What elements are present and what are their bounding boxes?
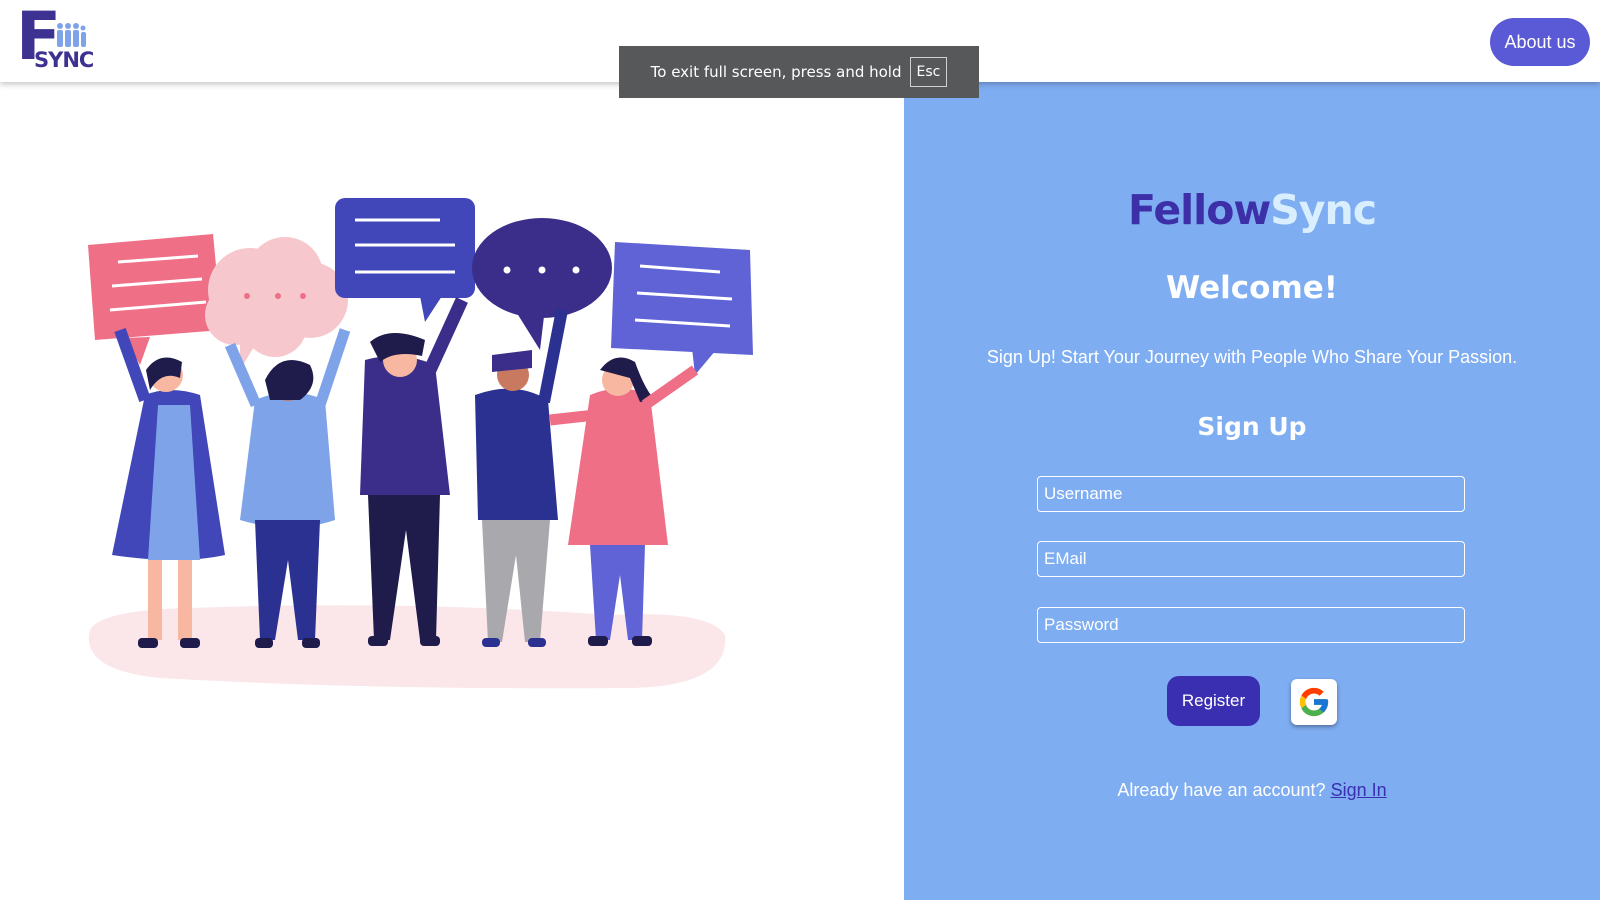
register-button[interactable]: Register bbox=[1167, 676, 1260, 726]
toast-message: To exit full screen, press and hold bbox=[650, 63, 902, 81]
person-3 bbox=[360, 297, 468, 646]
have-account-text: Already have an account? bbox=[1117, 780, 1326, 800]
speech-bubble-blue bbox=[611, 242, 753, 375]
email-input[interactable] bbox=[1037, 541, 1465, 577]
logo-word: SYNC bbox=[34, 48, 94, 72]
person-4 bbox=[475, 308, 568, 647]
brand-part1: Fellow bbox=[1127, 186, 1271, 234]
signin-row: Already have an account? Sign In bbox=[904, 780, 1600, 801]
person-5 bbox=[549, 357, 699, 646]
brand-part2: Sync bbox=[1270, 186, 1377, 234]
google-signin-button[interactable] bbox=[1291, 679, 1337, 725]
speech-bubble-dark bbox=[472, 218, 612, 350]
about-us-button[interactable]: About us bbox=[1490, 18, 1590, 66]
signin-link[interactable]: Sign In bbox=[1331, 780, 1387, 800]
tagline-text: Sign Up! Start Your Journey with People … bbox=[986, 347, 1518, 367]
welcome-heading: Welcome! bbox=[1166, 270, 1338, 306]
people-with-speech-bubbles-illustration bbox=[88, 198, 753, 689]
username-input[interactable] bbox=[1037, 476, 1465, 512]
toast-esc-key: Esc bbox=[909, 57, 948, 87]
signup-panel: FellowSync Welcome! Sign Up! Start Your … bbox=[904, 82, 1600, 900]
logo-people-icon bbox=[57, 23, 86, 47]
fsync-logo[interactable]: F SYNC bbox=[14, 4, 94, 74]
speech-bubble-pink bbox=[88, 234, 222, 365]
password-input[interactable] bbox=[1037, 607, 1465, 643]
google-icon bbox=[1299, 687, 1329, 717]
person-1 bbox=[112, 327, 225, 648]
signup-title: Sign Up bbox=[1197, 412, 1307, 441]
brand-title: FellowSync bbox=[904, 186, 1600, 234]
person-2 bbox=[224, 328, 351, 648]
fullscreen-exit-toast: To exit full screen, press and hold Esc bbox=[619, 46, 979, 98]
